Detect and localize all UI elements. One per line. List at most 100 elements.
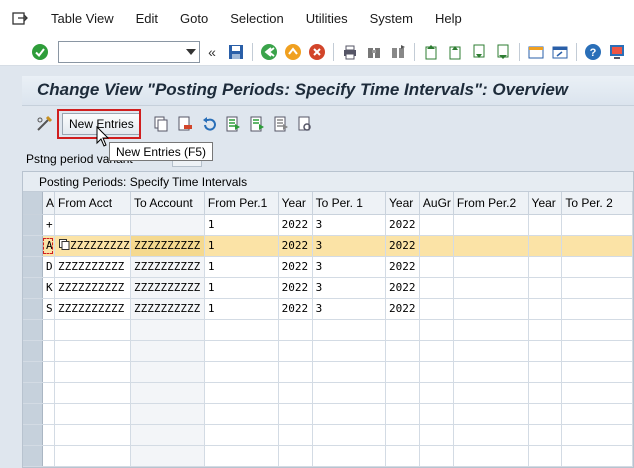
empty-table-row[interactable] <box>23 424 633 446</box>
menu-system[interactable]: System <box>359 0 424 38</box>
table-cell[interactable] <box>42 382 56 404</box>
row-selector[interactable] <box>23 403 44 425</box>
previous-page-icon[interactable] <box>444 41 466 63</box>
undo-change-icon[interactable] <box>198 113 220 135</box>
table-cell[interactable] <box>453 382 529 404</box>
table-cell[interactable]: 1 <box>204 214 279 236</box>
empty-table-row[interactable] <box>23 382 633 404</box>
table-cell[interactable] <box>528 256 563 278</box>
table-cell[interactable]: 3 <box>312 277 387 299</box>
select-all-icon[interactable] <box>222 113 244 135</box>
table-cell[interactable] <box>278 361 313 383</box>
menu-edit[interactable]: Edit <box>125 0 169 38</box>
table-cell[interactable] <box>528 214 563 236</box>
column-header[interactable]: Year <box>528 192 563 215</box>
table-cell[interactable] <box>278 382 313 404</box>
menu-help[interactable]: Help <box>424 0 473 38</box>
table-cell[interactable] <box>528 403 563 425</box>
table-cell[interactable] <box>204 361 279 383</box>
table-cell[interactable] <box>312 319 387 341</box>
empty-table-row[interactable] <box>23 403 633 425</box>
table-cell[interactable]: 2022 <box>278 256 313 278</box>
row-selector[interactable] <box>23 214 44 236</box>
table-cell[interactable] <box>419 445 454 467</box>
menu-table-view[interactable]: Table View <box>40 0 125 38</box>
table-cell[interactable] <box>312 445 387 467</box>
table-cell[interactable] <box>312 361 387 383</box>
column-header[interactable]: Year <box>385 192 420 215</box>
table-cell[interactable] <box>561 235 633 257</box>
table-cell[interactable] <box>278 340 313 362</box>
table-cell[interactable]: 2022 <box>278 298 313 320</box>
table-cell[interactable] <box>42 319 56 341</box>
menu-selection[interactable]: Selection <box>219 0 294 38</box>
select-block-icon[interactable] <box>246 113 268 135</box>
table-cell[interactable] <box>528 277 563 299</box>
table-cell[interactable] <box>204 382 279 404</box>
empty-table-row[interactable] <box>23 361 633 383</box>
table-cell[interactable] <box>54 214 132 236</box>
column-header[interactable]: To Account <box>130 192 205 215</box>
table-cell[interactable] <box>42 403 56 425</box>
table-cell[interactable] <box>278 319 313 341</box>
customize-layout-icon[interactable] <box>606 41 628 63</box>
table-cell[interactable] <box>42 361 56 383</box>
table-cell[interactable] <box>419 424 454 446</box>
cancel-icon[interactable] <box>306 41 328 63</box>
table-cell[interactable] <box>204 340 279 362</box>
table-cell[interactable]: 1 <box>204 277 279 299</box>
column-header[interactable]: Year <box>278 192 313 215</box>
next-page-icon[interactable] <box>468 41 490 63</box>
table-cell[interactable] <box>42 445 56 467</box>
row-selector[interactable] <box>23 445 44 467</box>
table-cell[interactable] <box>54 319 132 341</box>
table-cell[interactable] <box>419 235 454 257</box>
select-all-column[interactable] <box>23 192 44 215</box>
exit-icon[interactable] <box>282 41 304 63</box>
table-cell[interactable] <box>42 424 56 446</box>
table-cell[interactable] <box>130 319 205 341</box>
table-cell[interactable] <box>130 424 205 446</box>
copy-as-icon[interactable] <box>150 113 172 135</box>
row-selector[interactable] <box>23 235 44 257</box>
table-cell[interactable] <box>54 382 132 404</box>
table-cell[interactable] <box>453 340 529 362</box>
table-cell[interactable] <box>204 424 279 446</box>
table-cell[interactable]: 3 <box>312 256 387 278</box>
column-header[interactable]: A <box>42 192 56 215</box>
table-cell[interactable] <box>561 277 633 299</box>
table-cell[interactable] <box>385 319 420 341</box>
table-cell[interactable] <box>130 445 205 467</box>
table-cell[interactable]: 2022 <box>385 214 420 236</box>
table-cell[interactable]: 3 <box>312 235 387 257</box>
table-cell[interactable] <box>453 319 529 341</box>
table-cell[interactable] <box>528 298 563 320</box>
chevron-down-icon[interactable] <box>186 48 196 55</box>
table-cell[interactable] <box>561 298 633 320</box>
print-icon[interactable] <box>339 41 361 63</box>
table-cell[interactable]: 2022 <box>385 298 420 320</box>
delete-icon[interactable] <box>174 113 196 135</box>
table-cell[interactable]: 2022 <box>278 277 313 299</box>
table-cell[interactable] <box>419 382 454 404</box>
copy-icon[interactable] <box>59 238 70 253</box>
table-cell[interactable]: 1 <box>204 235 279 257</box>
table-cell[interactable] <box>561 382 633 404</box>
table-cell[interactable]: + <box>42 214 56 236</box>
table-cell[interactable] <box>278 445 313 467</box>
table-cell[interactable] <box>528 424 563 446</box>
table-cell[interactable] <box>385 382 420 404</box>
column-header[interactable]: From Per.1 <box>204 192 279 215</box>
table-cell[interactable]: ZZZZZZZZZZ <box>130 277 205 299</box>
table-cell[interactable] <box>528 340 563 362</box>
table-cell[interactable]: D <box>42 256 56 278</box>
table-cell[interactable] <box>54 340 132 362</box>
row-selector[interactable] <box>23 298 44 320</box>
table-cell[interactable] <box>54 403 132 425</box>
display-change-icon[interactable] <box>33 113 55 135</box>
table-cell[interactable]: 1 <box>204 298 279 320</box>
table-cell[interactable] <box>419 340 454 362</box>
table-cell[interactable]: 3 <box>312 298 387 320</box>
row-selector[interactable] <box>23 361 44 383</box>
table-cell[interactable]: K <box>42 277 56 299</box>
